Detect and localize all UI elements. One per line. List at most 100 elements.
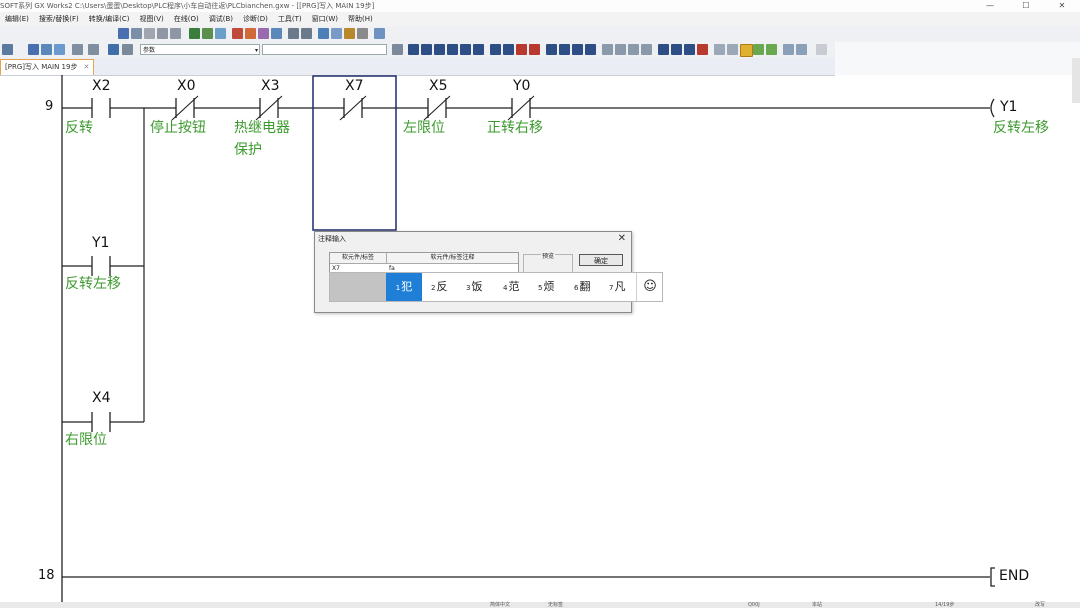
line-erase-icon[interactable] <box>641 44 652 55</box>
close-button[interactable]: ✕ <box>1044 0 1080 12</box>
menu-online[interactable]: 在线(O) <box>169 12 204 26</box>
ok-button[interactable]: 确定 <box>579 254 623 266</box>
ime-candidate-5[interactable]: 5烦 <box>538 273 568 301</box>
dropdown-icon[interactable] <box>392 44 403 55</box>
contact-x0 <box>171 95 199 121</box>
operation-result-icon[interactable] <box>615 44 626 55</box>
application-instruction-icon[interactable] <box>473 44 484 55</box>
filter-icon[interactable] <box>88 44 99 55</box>
contact-x7 <box>339 95 367 121</box>
contact-x4 <box>91 412 111 432</box>
read-from-plc-icon[interactable] <box>245 28 256 39</box>
convert-icon[interactable] <box>318 28 329 39</box>
minimize-button[interactable]: — <box>972 0 1008 12</box>
note-edit-icon[interactable] <box>684 44 695 55</box>
close-icon[interactable]: ✕ <box>83 63 89 71</box>
comment-display-icon[interactable] <box>740 44 753 57</box>
menu-view[interactable]: 视图(V) <box>134 12 168 26</box>
instruction-search-icon[interactable] <box>202 28 213 39</box>
device-label-x0: X0 <box>177 78 196 94</box>
ime-candidate-1[interactable]: 1犯 <box>386 273 422 301</box>
menu-search-replace[interactable]: 搜索/替换(F) <box>34 12 84 26</box>
redo-icon[interactable] <box>170 28 181 39</box>
coil-icon[interactable] <box>460 44 471 55</box>
falling-edge-icon[interactable] <box>559 44 570 55</box>
zoom-out-icon[interactable] <box>796 44 807 55</box>
delete-line-icon[interactable] <box>516 44 527 55</box>
undo-icon[interactable] <box>157 28 168 39</box>
more-icon[interactable] <box>816 44 827 55</box>
offline-icon[interactable] <box>301 28 312 39</box>
ime-candidate-4[interactable]: 4范 <box>503 273 533 301</box>
document-tab-bar: [PRG]写入 MAIN 19步 ✕ <box>0 58 835 76</box>
vertical-line-icon[interactable] <box>503 44 514 55</box>
line-draw-icon[interactable] <box>628 44 639 55</box>
replace-icon[interactable] <box>215 28 226 39</box>
save-icon[interactable] <box>54 44 65 55</box>
parallel-no-icon[interactable] <box>434 44 445 55</box>
device-search-icon[interactable] <box>189 28 200 39</box>
ladder-editor[interactable]: 9 18 X2 X0 X3 X7 X5 Y0 Y1 Y1 X4 END 反转 停… <box>0 75 1080 602</box>
rising-edge-icon[interactable] <box>546 44 557 55</box>
status-label: 无标签 <box>548 602 564 608</box>
secondary-combo[interactable] <box>262 44 387 55</box>
comment-edit-icon[interactable] <box>658 44 669 55</box>
parallel-rising-icon[interactable] <box>572 44 583 55</box>
zoom-in-icon[interactable] <box>783 44 794 55</box>
maximize-button[interactable]: ☐ <box>1008 0 1044 12</box>
paste-icon[interactable] <box>144 28 155 39</box>
monitor-mode-icon[interactable] <box>753 44 764 55</box>
statement-edit-icon[interactable] <box>671 44 682 55</box>
cut-icon[interactable] <box>118 28 129 39</box>
tab-prg-main[interactable]: [PRG]写入 MAIN 19步 ✕ <box>0 59 95 75</box>
convert-all-icon[interactable] <box>331 28 342 39</box>
horizontal-line-icon[interactable] <box>490 44 501 55</box>
menu-debug[interactable]: 调试(B) <box>204 12 238 26</box>
device-label-x7: X7 <box>345 78 364 94</box>
stop-simulation-icon[interactable] <box>357 28 368 39</box>
menu-edit[interactable]: 编辑(E) <box>0 12 34 26</box>
device-label-x4: X4 <box>92 390 111 406</box>
delete-vertical-line-icon[interactable] <box>529 44 540 55</box>
menu-tools[interactable]: 工具(T) <box>273 12 307 26</box>
new-icon[interactable] <box>28 44 39 55</box>
monitor-icon[interactable] <box>271 28 282 39</box>
menu-convert-compile[interactable]: 转换/编译(C) <box>84 12 135 26</box>
write-mode-icon[interactable] <box>727 44 738 55</box>
help-icon[interactable] <box>108 44 119 55</box>
print-icon[interactable] <box>72 44 83 55</box>
status-station: 本站 <box>812 602 823 608</box>
invert-icon[interactable] <box>602 44 613 55</box>
parallel-falling-icon[interactable] <box>585 44 596 55</box>
ime-candidate-7[interactable]: 7凡 <box>609 273 635 301</box>
ime-candidate-6[interactable]: 6翻 <box>574 273 604 301</box>
comment-x3-line2: 保护 <box>234 142 262 158</box>
ime-candidate-3[interactable]: 3饭 <box>466 273 496 301</box>
menu-help[interactable]: 帮助(H) <box>343 12 378 26</box>
zoom-icon[interactable] <box>374 28 385 39</box>
simulation-icon[interactable] <box>344 28 355 39</box>
open-icon[interactable] <box>41 44 52 55</box>
navigation-icon[interactable] <box>2 44 13 55</box>
online-icon[interactable] <box>288 28 299 39</box>
copy-icon[interactable] <box>131 28 142 39</box>
verify-icon[interactable] <box>258 28 269 39</box>
read-mode-icon[interactable] <box>714 44 725 55</box>
contact-no-icon[interactable] <box>408 44 419 55</box>
parameter-combo[interactable]: 参数 ▾ <box>140 44 260 55</box>
parallel-nc-icon[interactable] <box>447 44 458 55</box>
settings-icon[interactable] <box>122 44 133 55</box>
status-language: 简体中文 <box>490 602 511 608</box>
close-icon[interactable]: ✕ <box>618 233 626 244</box>
window-controls: — ☐ ✕ <box>972 0 1080 12</box>
ladder-svg <box>61 75 995 602</box>
menu-diagnostics[interactable]: 诊断(D) <box>238 12 273 26</box>
contact-nc-icon[interactable] <box>421 44 432 55</box>
write-to-plc-icon[interactable] <box>232 28 243 39</box>
delete-icon[interactable] <box>697 44 708 55</box>
ime-candidate-2[interactable]: 2反 <box>431 273 461 301</box>
menu-window[interactable]: 窗口(W) <box>307 12 343 26</box>
status-cpu: Q00J <box>748 602 760 608</box>
monitor-write-icon[interactable] <box>766 44 777 55</box>
emoji-icon[interactable]: ☺ <box>636 273 663 301</box>
